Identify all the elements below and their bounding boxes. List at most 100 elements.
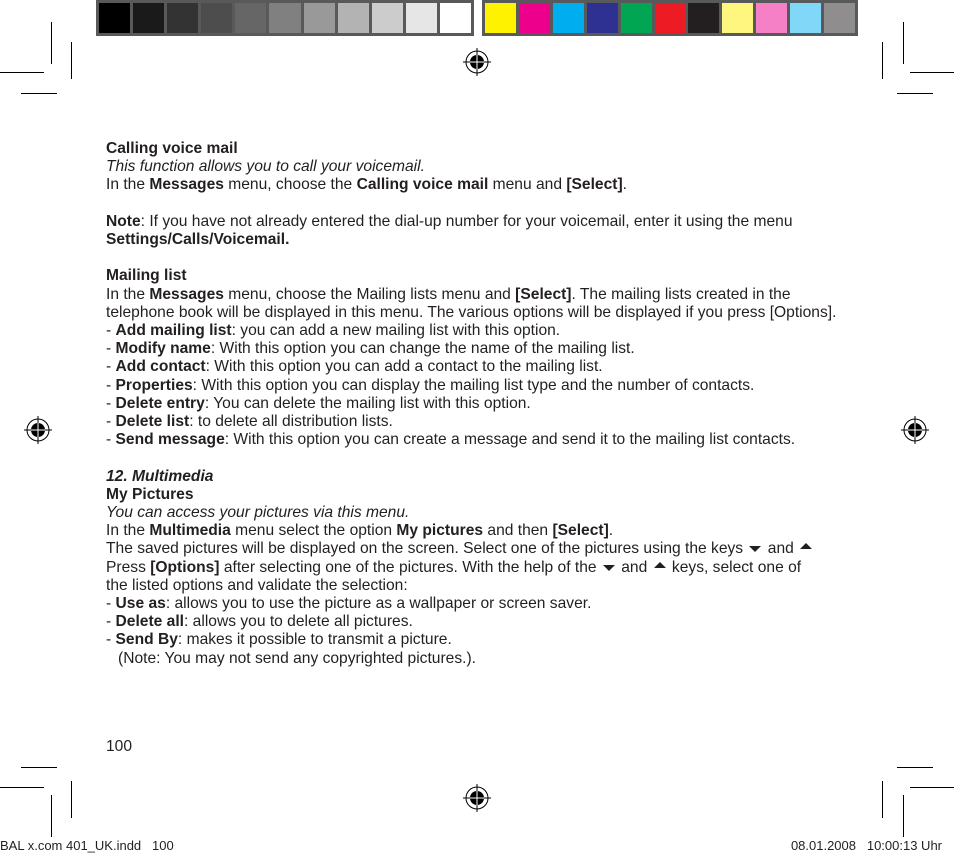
option-term: Modify name [115, 340, 211, 358]
option-term: Delete all [115, 613, 185, 631]
text: . [608, 522, 614, 540]
down-arrow-icon [749, 546, 762, 553]
menu-name: Messages [149, 285, 224, 303]
page-content: Calling voice mail This function allows … [106, 140, 846, 668]
pictures-instructions: In the Multimedia menu select the option… [106, 522, 846, 540]
page-number: 100 [106, 738, 133, 755]
text: Press [106, 558, 151, 576]
list-item: - Add mailing list: you can add a new ma… [106, 322, 561, 339]
crop-mark [0, 72, 44, 73]
mailing-paragraph: In the Messages menu, choose the Mailing… [106, 286, 846, 322]
color-swatch [552, 3, 584, 33]
list-item: - Add contact: With this option you can … [106, 358, 603, 376]
color-swatch [688, 3, 720, 33]
slug-filename: BAL x.com 401_UK.indd 100 [0, 838, 174, 853]
text: menu and [488, 176, 567, 194]
mailing-options-list: - Add mailing list: you can add a new ma… [106, 322, 846, 449]
color-swatch [620, 3, 652, 33]
text: menu, choose the [223, 176, 357, 194]
menu-name: Messages [149, 176, 224, 194]
color-swatch [654, 3, 686, 33]
option-desc: : With this option you can add a contact… [205, 358, 603, 376]
color-swatch [269, 3, 301, 33]
crop-mark [882, 42, 883, 79]
crop-mark [51, 795, 52, 837]
option-desc: : to delete all distribution lists. [189, 413, 393, 431]
color-swatch [586, 3, 618, 33]
text: menu select the option [230, 522, 397, 540]
color-swatch [303, 3, 335, 33]
option-desc: : you can add a new mailing list with th… [231, 322, 561, 339]
slug-timestamp: 08.01.2008 10:00:13 Uhr [790, 838, 942, 853]
list-item: - Delete entry: You can delete the maili… [106, 394, 531, 412]
key-label: [Select] [552, 522, 609, 540]
color-swatch [790, 3, 822, 33]
text: . [622, 176, 628, 194]
section-title: 12. Multimedia [106, 467, 214, 485]
color-swatch [518, 3, 550, 33]
color-swatch [167, 3, 199, 33]
copyright-note: (Note: You may not send any copyrighted … [118, 649, 476, 667]
up-arrow-icon [653, 561, 666, 568]
color-swatch [824, 3, 855, 33]
key-label: [Options] [150, 558, 220, 576]
key-label: [Select] [515, 285, 572, 303]
crop-mark [21, 767, 57, 768]
color-swatch [133, 3, 165, 33]
list-item: - Use as: allows you to use the picture … [106, 595, 592, 613]
pictures-heading: My Pictures [106, 485, 194, 503]
option-desc: : makes it possible to transmit a pictur… [177, 631, 452, 649]
key-label: [Select] [566, 176, 623, 194]
option-term: Send By [115, 631, 178, 649]
voicemail-instructions: In the Messages menu, choose the Calling… [106, 176, 846, 194]
option-desc: : With this option you can create a mess… [224, 431, 796, 449]
menu-name: My pictures [396, 522, 484, 540]
menu-name: Calling voice mail [356, 176, 489, 194]
crop-mark [910, 72, 954, 73]
color-swatch [439, 3, 472, 33]
crop-mark [903, 795, 904, 837]
color-swatch [99, 3, 131, 33]
note-label: Note [106, 212, 141, 230]
crop-mark [0, 787, 44, 788]
option-term: Delete list [115, 413, 190, 431]
list-item: - Modify name: With this option you can … [106, 340, 635, 358]
option-term: Add contact [115, 358, 206, 376]
grayscale-colorbar [96, 0, 474, 36]
pictures-intro: You can access your pictures via this me… [106, 504, 410, 522]
option-term: Delete entry [115, 394, 205, 412]
text: and then [483, 522, 553, 540]
text: : If you have not already entered the di… [140, 212, 793, 230]
registration-mark-top [463, 48, 491, 76]
text: The saved pictures will be displayed on … [106, 540, 748, 558]
registration-mark-left [24, 416, 52, 444]
down-arrow-icon [602, 564, 615, 571]
color-swatch [722, 3, 754, 33]
registration-mark-right [901, 416, 929, 444]
menu-name: Multimedia [149, 522, 231, 540]
process-colorbar [482, 0, 858, 36]
crop-mark [897, 767, 933, 768]
color-swatch [485, 3, 516, 33]
option-desc: : allows you to delete all pictures. [184, 613, 413, 631]
list-item: - Properties: With this option you can d… [106, 376, 755, 394]
crop-mark [71, 42, 72, 79]
option-term: Send message [115, 431, 225, 449]
pictures-options-list: - Use as: allows you to use the picture … [106, 595, 846, 668]
option-term: Use as [115, 595, 166, 613]
list-item: - Send By: makes it possible to transmit… [106, 631, 452, 649]
crop-mark [903, 22, 904, 64]
mailing-heading: Mailing list [106, 267, 187, 285]
crop-mark [21, 93, 57, 94]
list-item: - Send message: With this option you can… [106, 431, 796, 449]
color-swatch [235, 3, 267, 33]
text: In the [106, 522, 150, 540]
color-swatch [371, 3, 403, 33]
pictures-navigation: The saved pictures will be displayed on … [106, 540, 818, 595]
registration-mark-bottom [463, 784, 491, 812]
option-term: Add mailing list [115, 322, 232, 339]
text: and [763, 540, 799, 558]
crop-mark [71, 781, 72, 818]
crop-mark [910, 787, 954, 788]
list-item: - Delete all: allows you to delete all p… [106, 613, 413, 631]
